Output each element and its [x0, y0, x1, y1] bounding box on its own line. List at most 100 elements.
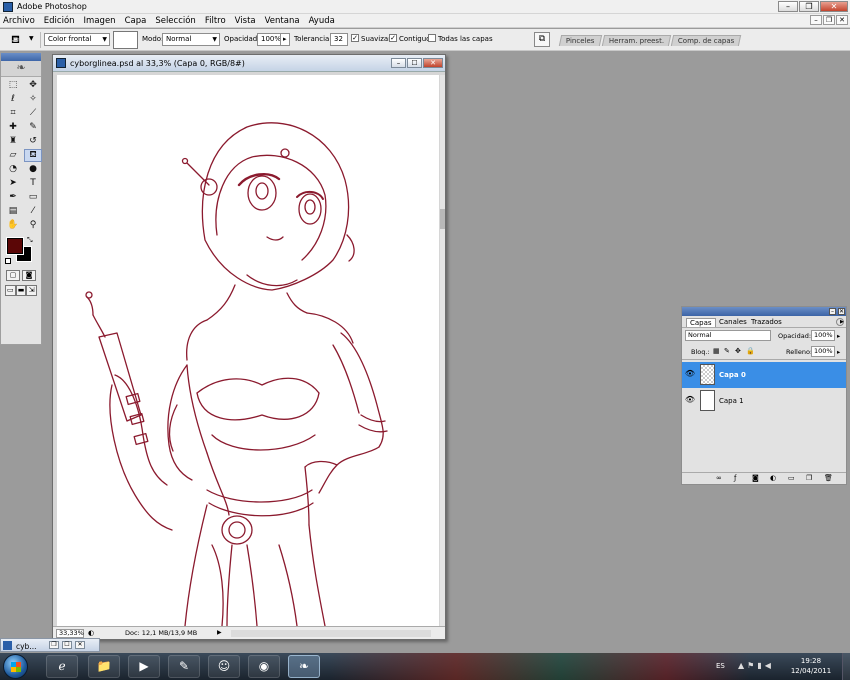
vertical-scroll-thumb[interactable] — [440, 209, 445, 229]
standard-mode-icon[interactable]: ▢ — [6, 270, 20, 281]
new-group-icon[interactable]: ▭ — [788, 474, 795, 482]
toolbox-handle[interactable] — [1, 53, 41, 61]
eraser-tool-icon[interactable]: ▱ — [4, 149, 22, 162]
document-maximize-button[interactable]: ☐ — [407, 58, 422, 68]
folder-icon[interactable]: 📁 — [88, 655, 120, 678]
new-layer-icon[interactable]: ❐ — [806, 474, 812, 482]
panel-minimize-button[interactable]: – — [829, 308, 836, 315]
document-close-button[interactable]: ✕ — [423, 58, 443, 68]
media-player-icon[interactable]: ▶ — [128, 655, 160, 678]
chevron-right-icon[interactable]: ▸ — [837, 332, 840, 340]
horizontal-scrollbar[interactable] — [231, 630, 431, 637]
layer-style-icon[interactable]: ƒ — [734, 474, 736, 482]
lock-paint-icon[interactable]: ✎ — [724, 347, 730, 355]
photoshop-feather-icon[interactable]: ❧ — [1, 61, 41, 77]
layer-row-capa-0[interactable]: 👁 Capa 0 — [682, 362, 846, 388]
jump-to-imageready-icon[interactable]: ⇲ — [26, 285, 38, 296]
crop-tool-icon[interactable]: ⌗ — [4, 107, 22, 120]
tab-capas[interactable]: Capas — [686, 318, 716, 327]
vertical-scrollbar[interactable] — [440, 75, 445, 626]
screen-mode-standard-icon[interactable]: ▭ — [5, 285, 16, 296]
foreground-color-swatch[interactable] — [6, 237, 24, 255]
clock[interactable]: 19:28 12/04/2011 — [788, 656, 834, 676]
slice-tool-icon[interactable]: ⟋ — [24, 107, 42, 120]
path-selection-tool-icon[interactable]: ➤ — [4, 177, 22, 190]
quick-mask-mode-icon[interactable]: ◙ — [22, 270, 36, 281]
blur-tool-icon[interactable]: ◔ — [4, 163, 22, 176]
doc-restore-button[interactable]: ❐ — [823, 15, 835, 25]
doc-minimize-button[interactable]: – — [810, 15, 822, 25]
menu-ayuda[interactable]: Ayuda — [309, 16, 335, 26]
image-canvas[interactable] — [57, 75, 439, 626]
layer-fill-input[interactable]: 100% — [811, 346, 835, 357]
brush-tool-icon[interactable]: ✎ — [24, 121, 42, 134]
opacity-input[interactable]: 100% — [257, 33, 281, 46]
menu-ventana[interactable]: Ventana — [265, 16, 300, 26]
eye-icon[interactable]: 👁 — [684, 366, 696, 382]
screen-mode-menu-icon[interactable]: ▬ — [15, 285, 27, 296]
menu-vista[interactable]: Vista — [235, 16, 256, 26]
restore-icon[interactable]: ❐ — [49, 641, 59, 649]
restore-button[interactable]: ❐ — [799, 1, 819, 12]
layers-panel-handle[interactable]: – ✕ — [682, 307, 846, 316]
tab-trazados[interactable]: Trazados — [748, 318, 785, 326]
healing-brush-tool-icon[interactable]: ✚ — [4, 121, 22, 134]
adjustment-layer-icon[interactable]: ◐ — [770, 474, 776, 482]
lasso-tool-icon[interactable]: ℓ — [4, 93, 22, 106]
photoshop-feather-icon[interactable]: ❧ — [288, 655, 320, 678]
windows-start-icon[interactable] — [3, 654, 28, 679]
paint-bucket-tool-icon[interactable]: ⛾ — [24, 149, 42, 162]
minimize-button[interactable]: – — [778, 1, 798, 12]
tab-comp-de-capas[interactable]: Comp. de capas — [670, 35, 742, 46]
panel-close-button[interactable]: ✕ — [838, 308, 845, 315]
document-minimize-button[interactable]: – — [391, 58, 406, 68]
mode-select[interactable]: Normal ▼ — [162, 33, 220, 46]
internet-explorer-icon[interactable]: ℯ — [46, 655, 78, 678]
messenger-icon[interactable]: ☺ — [208, 655, 240, 678]
lock-position-icon[interactable]: ✥ — [735, 347, 741, 355]
lock-transparency-icon[interactable]: ▦ — [713, 347, 720, 355]
all-layers-checkbox[interactable] — [428, 34, 436, 42]
menu-seleccion[interactable]: Selección — [155, 16, 196, 26]
menu-filtro[interactable]: Filtro — [205, 16, 226, 26]
maximize-icon[interactable]: ☐ — [62, 641, 72, 649]
chevron-right-icon[interactable]: ▸ — [837, 348, 840, 356]
lock-all-icon[interactable]: 🔒 — [746, 347, 755, 355]
menu-archivo[interactable]: Archivo — [3, 16, 35, 26]
magic-wand-tool-icon[interactable]: ✧ — [24, 93, 42, 106]
tool-preset-picker[interactable]: ⛾ ▼ — [9, 32, 39, 47]
zoom-level-field[interactable]: 33,33% — [56, 629, 84, 638]
eyedropper-tool-icon[interactable]: ⁄ — [24, 205, 42, 218]
minimized-document[interactable]: cyb... ❐ ☐ ✕ — [0, 638, 100, 652]
tab-canales[interactable]: Canales — [716, 318, 750, 326]
navigator-icon[interactable]: ◐ — [88, 629, 94, 637]
notes-tool-icon[interactable]: ▤ — [4, 205, 22, 218]
layer-row-capa-1[interactable]: 👁 Capa 1 — [682, 388, 846, 414]
system-tray-icons[interactable]: ▲⚑▮◀ — [738, 661, 774, 670]
trash-icon[interactable]: 🗑 — [824, 474, 833, 482]
status-menu-arrow-icon[interactable]: ▶ — [217, 629, 222, 636]
move-tool-icon[interactable]: ✥ — [24, 79, 42, 92]
fill-source-select[interactable]: Color frontal ▼ — [44, 33, 110, 46]
panel-menu-icon[interactable]: ▶ — [836, 318, 844, 326]
menu-edicion[interactable]: Edición — [44, 16, 75, 26]
zoom-tool-icon[interactable]: ⚲ — [24, 219, 42, 232]
dodge-tool-icon[interactable]: ● — [24, 163, 42, 176]
file-browser-icon[interactable]: ⧉ — [534, 32, 550, 47]
marquee-tool-icon[interactable]: ⬚ — [4, 79, 22, 92]
type-tool-icon[interactable]: T — [24, 177, 42, 190]
pattern-swatch[interactable] — [113, 31, 138, 49]
doc-close-button[interactable]: ✕ — [836, 15, 848, 25]
language-indicator[interactable]: ES — [716, 662, 725, 670]
chrome-icon[interactable]: ◉ — [248, 655, 280, 678]
tab-pinceles[interactable]: Pinceles — [558, 35, 602, 46]
layer-opacity-input[interactable]: 100% — [811, 330, 835, 341]
shape-tool-icon[interactable]: ▭ — [24, 191, 42, 204]
close-icon[interactable]: ✕ — [75, 641, 85, 649]
opacity-slider-button[interactable]: ▸ — [280, 33, 290, 46]
blend-mode-select[interactable]: Normal — [685, 330, 771, 341]
default-colors-icon[interactable] — [5, 258, 11, 264]
paint-app-icon[interactable]: ✎ — [168, 655, 200, 678]
eye-icon[interactable]: 👁 — [684, 392, 696, 408]
hand-tool-icon[interactable]: ✋ — [4, 219, 22, 232]
